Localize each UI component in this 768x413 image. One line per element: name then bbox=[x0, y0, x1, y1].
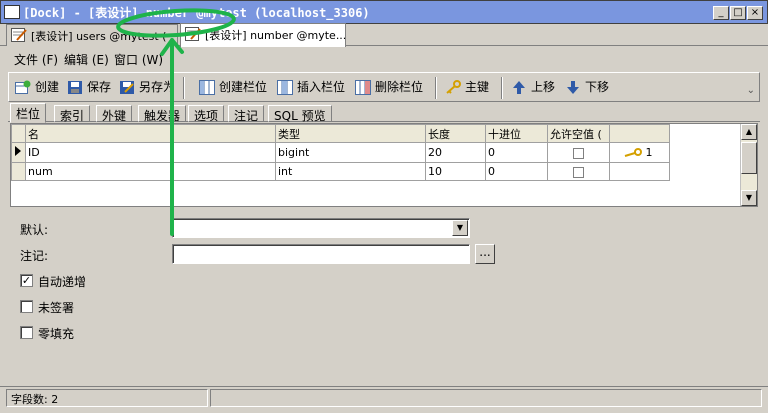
cell-decimals[interactable]: 0 bbox=[485, 162, 548, 181]
insert-column-icon bbox=[277, 80, 293, 95]
arrow-down-icon bbox=[567, 81, 579, 94]
table-design-icon bbox=[11, 28, 27, 42]
save-as-button[interactable]: 另存为 bbox=[119, 78, 175, 98]
chevron-down-icon[interactable]: ▼ bbox=[452, 220, 468, 236]
cell-length[interactable]: 10 bbox=[425, 162, 486, 181]
create-column-button[interactable]: 创建栏位 bbox=[199, 78, 267, 98]
cell-length[interactable]: 20 bbox=[425, 142, 486, 163]
column-header-nullable[interactable]: 允许空值 ( bbox=[547, 124, 610, 143]
delete-column-button[interactable]: 删除栏位 bbox=[355, 78, 423, 98]
create-table-icon bbox=[15, 80, 31, 94]
menu-bar: 文件 (F) 编辑 (E) 窗口 (W) bbox=[0, 48, 768, 68]
scroll-thumb[interactable] bbox=[741, 142, 757, 174]
save-icon bbox=[68, 81, 82, 94]
unsigned-checkbox[interactable] bbox=[20, 300, 33, 313]
comment-edit-button[interactable]: ... bbox=[475, 244, 495, 264]
tab-triggers[interactable]: 触发器 bbox=[138, 105, 187, 123]
doc-tab-number-label: [表设计] number @myte... bbox=[205, 29, 346, 42]
doc-tab-users[interactable]: [表设计] users @mytest ( bbox=[6, 24, 178, 46]
scroll-down-icon[interactable]: ▼ bbox=[741, 190, 757, 206]
nullable-checkbox[interactable] bbox=[573, 166, 584, 178]
minimize-button[interactable]: _ bbox=[713, 6, 729, 20]
doc-tab-number[interactable]: [表设计] number @myte... bbox=[180, 23, 346, 47]
cell-name[interactable]: ID bbox=[25, 142, 276, 163]
arrow-up-icon bbox=[513, 81, 525, 94]
tab-foreign-keys[interactable]: 外键 bbox=[96, 105, 133, 123]
column-icon bbox=[199, 80, 215, 95]
table-design-icon bbox=[185, 27, 201, 41]
move-up-button[interactable]: 上移 bbox=[511, 78, 555, 98]
toolbar: 创建 保存 另存为 创建栏位 插入栏位 删除栏位 主键 上移 下移 ⌄ bbox=[8, 72, 760, 102]
scroll-up-icon[interactable]: ▲ bbox=[741, 124, 757, 140]
cell-type[interactable]: int bbox=[275, 162, 426, 181]
default-label: 默认: bbox=[20, 223, 49, 237]
status-pane-empty bbox=[210, 389, 762, 407]
primary-key-icon bbox=[624, 148, 642, 157]
insert-column-button[interactable]: 插入栏位 bbox=[277, 78, 345, 98]
title-bar: [Dock] - [表设计] number @mytest (localhost… bbox=[0, 0, 768, 24]
column-header-name[interactable]: 名 bbox=[25, 124, 276, 143]
comment-input[interactable] bbox=[172, 244, 470, 264]
status-bar: 字段数: 2 bbox=[0, 386, 768, 408]
zerofill-label: 零填充 bbox=[38, 327, 75, 341]
toolbar-separator bbox=[501, 77, 503, 99]
comment-label: 注记: bbox=[20, 249, 49, 263]
tab-indexes[interactable]: 索引 bbox=[54, 105, 91, 123]
nullable-checkbox[interactable] bbox=[573, 147, 584, 159]
doc-tab-users-label: [表设计] users @mytest ( bbox=[31, 30, 167, 43]
menu-file[interactable]: 文件 (F) bbox=[14, 51, 58, 68]
column-header-key[interactable] bbox=[609, 124, 670, 143]
create-button[interactable]: 创建 bbox=[15, 78, 59, 98]
column-header-type[interactable]: 类型 bbox=[275, 124, 426, 143]
default-select[interactable]: ▼ bbox=[172, 218, 470, 238]
cell-key[interactable]: 1 bbox=[609, 142, 670, 163]
toolbar-separator bbox=[435, 77, 437, 99]
field-count: 字段数: 2 bbox=[6, 389, 208, 407]
zerofill-checkbox[interactable] bbox=[20, 326, 33, 339]
cell-type[interactable]: bigint bbox=[275, 142, 426, 163]
close-button[interactable]: × bbox=[747, 6, 763, 20]
fields-grid: 名 类型 长度 十进位 允许空值 ( ID bigint 20 0 1 num … bbox=[10, 123, 758, 207]
primary-key-button[interactable]: 主键 bbox=[445, 78, 489, 98]
row-selector[interactable] bbox=[11, 162, 26, 181]
vertical-scrollbar[interactable]: ▲ ▼ bbox=[740, 124, 757, 206]
cell-key[interactable] bbox=[609, 162, 670, 181]
cell-nullable[interactable] bbox=[547, 142, 610, 163]
move-down-button[interactable]: 下移 bbox=[565, 78, 609, 98]
toolbar-separator bbox=[183, 77, 185, 99]
cell-decimals[interactable]: 0 bbox=[485, 142, 548, 163]
design-tabs: 栏位 索引 外键 触发器 选项 注记 SQL 预览 bbox=[8, 103, 760, 123]
table-header-row: 名 类型 长度 十进位 允许空值 ( bbox=[11, 124, 670, 143]
column-header-decimals[interactable]: 十进位 bbox=[485, 124, 548, 143]
toolbar-overflow-icon[interactable]: ⌄ bbox=[747, 85, 755, 96]
document-tabs: [表设计] users @mytest ( [表设计] number @myte… bbox=[0, 23, 768, 47]
save-as-icon bbox=[120, 81, 134, 94]
auto-increment-checkbox[interactable]: ✓ bbox=[20, 274, 33, 287]
table-row[interactable]: num int 10 0 bbox=[11, 162, 670, 181]
cell-name[interactable]: num bbox=[25, 162, 276, 181]
maximize-button[interactable]: □ bbox=[730, 6, 746, 20]
tab-sql-preview[interactable]: SQL 预览 bbox=[268, 105, 332, 123]
app-icon bbox=[4, 5, 20, 19]
delete-column-icon bbox=[355, 80, 371, 95]
window-title: [Dock] - [表设计] number @mytest (localhost… bbox=[23, 6, 370, 20]
fields-table: 名 类型 长度 十进位 允许空值 ( ID bigint 20 0 1 num … bbox=[11, 124, 670, 181]
current-row-icon bbox=[15, 146, 21, 156]
tab-options[interactable]: 选项 bbox=[188, 105, 225, 123]
menu-edit[interactable]: 编辑 (E) bbox=[64, 51, 109, 68]
unsigned-label: 未签署 bbox=[38, 301, 75, 315]
save-button[interactable]: 保存 bbox=[67, 78, 111, 98]
menu-window[interactable]: 窗口 (W) bbox=[114, 51, 163, 68]
tab-comment[interactable]: 注记 bbox=[228, 105, 265, 123]
auto-increment-label: 自动递增 bbox=[38, 275, 87, 289]
cell-nullable[interactable] bbox=[547, 162, 610, 181]
column-header-length[interactable]: 长度 bbox=[425, 124, 486, 143]
table-row[interactable]: ID bigint 20 0 1 bbox=[11, 142, 670, 163]
row-selector-current[interactable] bbox=[11, 142, 26, 163]
key-icon bbox=[446, 80, 461, 94]
tab-fields[interactable]: 栏位 bbox=[10, 103, 47, 123]
row-header-corner bbox=[11, 124, 26, 143]
key-order: 1 bbox=[645, 146, 653, 159]
